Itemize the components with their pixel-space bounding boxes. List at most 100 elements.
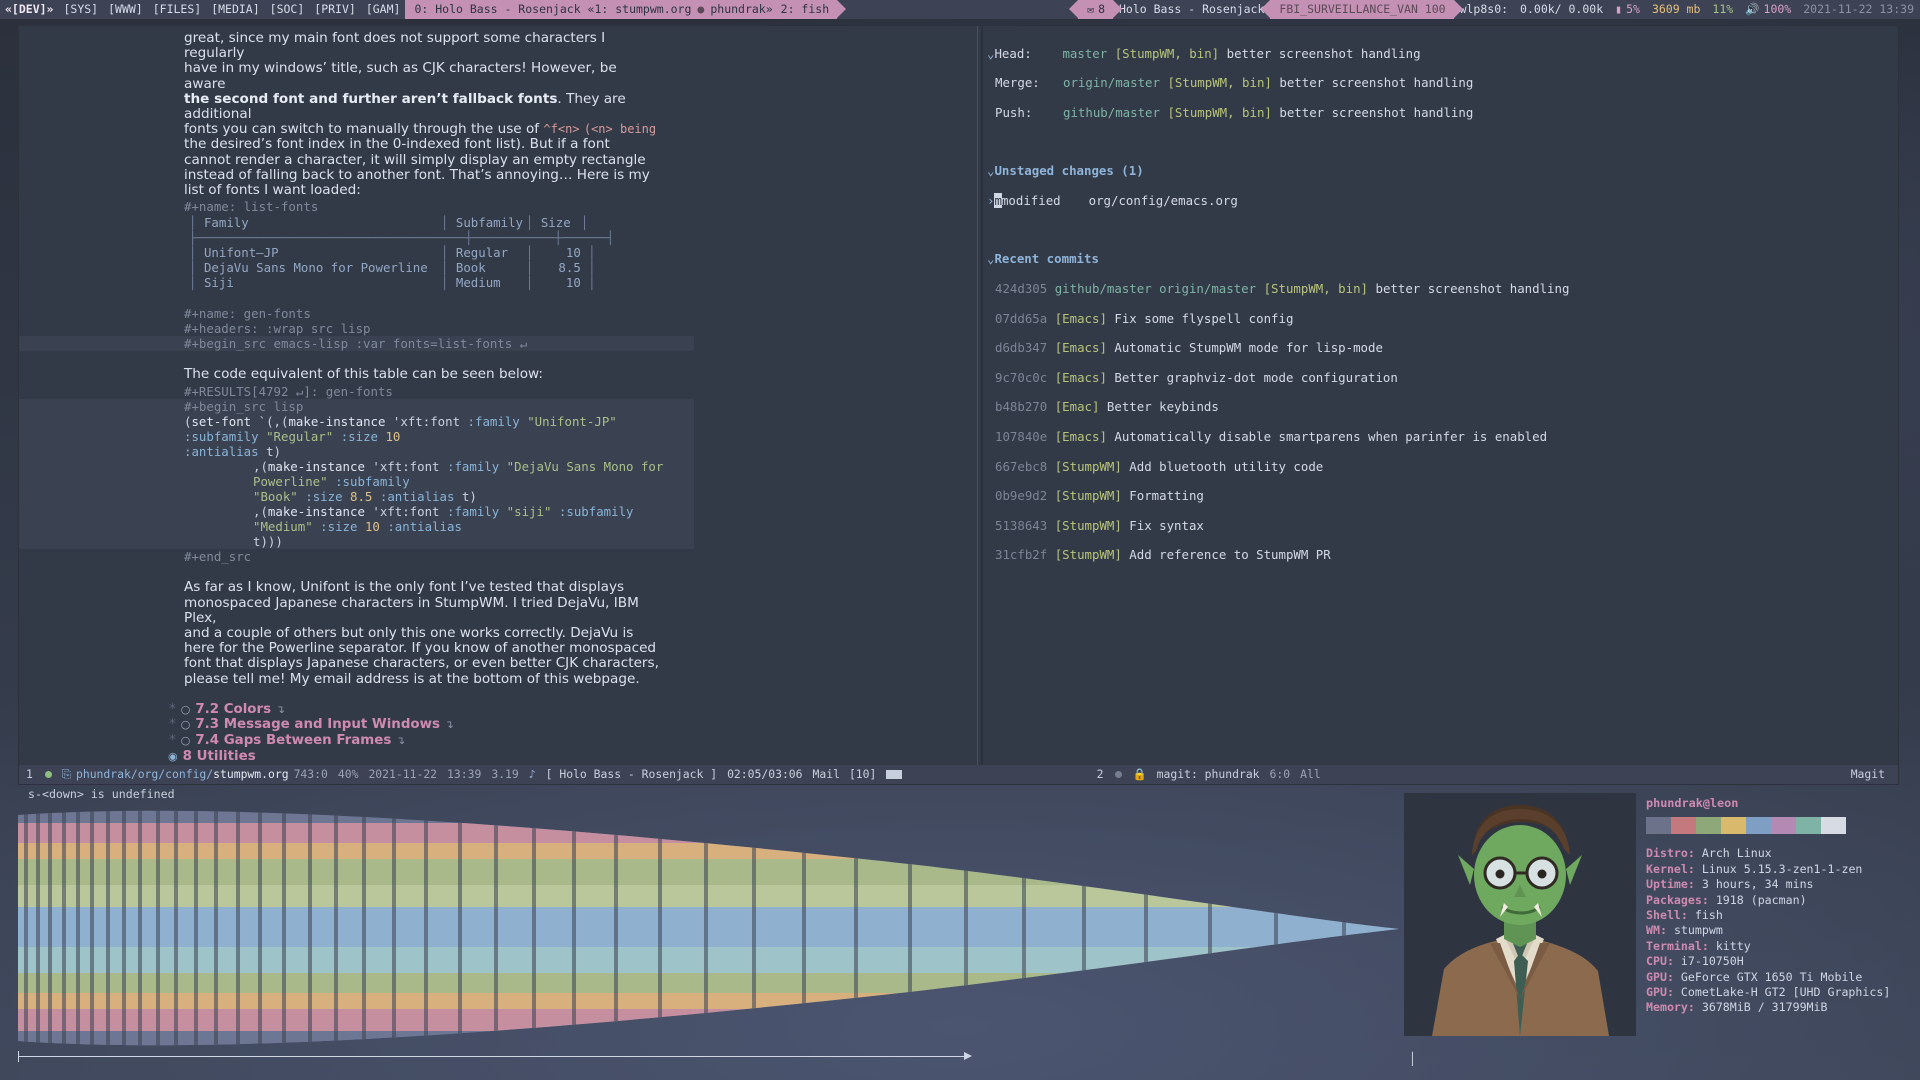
org-paragraph-2: As far as I know, Unifont is the only fo… [19, 580, 659, 687]
cell-subfamily: Medium [455, 275, 501, 291]
code-line-4: "Book" :size 8.5 :antialias t) [253, 489, 477, 505]
seek-track[interactable] [18, 1056, 970, 1057]
spectrum-visualizer [18, 810, 1399, 1046]
magit-recent-commits-section[interactable]: ⌄Recent commits [987, 251, 1898, 267]
mail-indicator[interactable]: ✉ 8 [1069, 0, 1122, 19]
heading-bullet-icon: ○ [180, 734, 191, 748]
magit-push-row[interactable]: Push: github/master [StumpWM, bin] better… [987, 104, 1898, 121]
emacs-window-magit[interactable]: ⌄Head: master [StumpWM, bin] better scree… [983, 26, 1898, 765]
seek-bar[interactable] [18, 1050, 1399, 1062]
org-heading-7-2[interactable]: * ○ 7.2 Colors ↴ [19, 702, 981, 718]
org-name-gen-fonts: #+name: gen-fonts [184, 306, 311, 322]
emacs-window-org[interactable]: great, since my main font does not suppo… [19, 26, 981, 765]
magit-unstaged-file-row[interactable]: ›mmodified org/config/emacs.org [987, 192, 1898, 209]
neofetch-key: Shell: [1646, 908, 1688, 923]
neofetch-row: CPU: i7-10750H [1646, 954, 1900, 969]
table-row: │ Unifont—JP │ Regular │ 10 │ [189, 245, 596, 261]
org-heading-8[interactable]: ◉ 8 Utilities [19, 749, 981, 765]
commit-hash: 424d305 [995, 280, 1048, 296]
org-paragraph-1: great, since my main font does not suppo… [19, 30, 659, 199]
group-media[interactable]: [MEDIA] [206, 0, 264, 19]
clock: 2021-11-22 13:39 [1803, 2, 1914, 16]
heading-bullet-icon: ○ [180, 718, 191, 732]
mail-count: 8 [1098, 2, 1105, 16]
org-heading-7-3[interactable]: * ○ 7.3 Message and Input Windows ↴ [19, 717, 981, 733]
magit-merge-row[interactable]: Merge: origin/master [StumpWM, bin] bette… [987, 75, 1898, 91]
seek-position-handle[interactable] [964, 1052, 972, 1060]
org-heading-7-4[interactable]: * ○ 7.4 Gaps Between Frames ↴ [19, 733, 981, 749]
commit-tags: [Emac] [1054, 399, 1100, 415]
neofetch-key: Kernel: [1646, 861, 1695, 876]
org-headers-line: #+headers: :wrap src lisp [184, 321, 371, 337]
magit-file-path[interactable]: org/config/emacs.org [1089, 193, 1238, 208]
window-next: 2: fish [780, 2, 830, 16]
emacs-frame[interactable]: great, since my main font does not suppo… [18, 25, 1899, 785]
para1-line8: list of fonts I want loaded: [184, 182, 361, 199]
buffer-path[interactable]: phundrak/org/config/stumpwm.org [76, 765, 289, 784]
group-files[interactable]: [FILES] [148, 0, 206, 19]
modeline-track[interactable]: [ Holo Bass - Rosenjack ] [541, 765, 722, 784]
orc-avatar-image [1404, 793, 1636, 1036]
commit-message: better screenshot handling [1375, 280, 1570, 296]
volume-value: 100% [1763, 2, 1792, 16]
neofetch-row: WM: stumpwm [1646, 923, 1900, 938]
commit-tags: [StumpWM] [1054, 488, 1122, 504]
magit-commit-row[interactable]: 07dd65a [Emacs] Fix some flyspell config [987, 311, 1898, 327]
audio-visualizer-window[interactable] [18, 805, 1399, 1070]
magit-commit-row[interactable]: 31cfb2f [StumpWM] Add reference to Stump… [987, 547, 1898, 563]
group-priv[interactable]: [PRIV] [309, 0, 361, 19]
mail-count: [10] [848, 767, 877, 781]
group-sys[interactable]: [SYS] [58, 0, 103, 19]
org-src-block[interactable]: (set-font `(,(make-instance 'xft:font :f… [19, 414, 694, 550]
magit-push-message: better screenshot handling [1279, 104, 1474, 120]
modified-dot-icon [44, 771, 52, 778]
magit-commit-row[interactable]: d6db347 [Emacs] Automatic StumpWM mode f… [987, 340, 1898, 356]
neofetch-user: phundrak@leon [1646, 796, 1739, 810]
magit-unstaged-section[interactable]: ⌄Unstaged changes (1) [987, 163, 1898, 179]
magit-commit-row[interactable]: 0b9e9d2 [StumpWM] Formatting [987, 488, 1898, 504]
group-gam[interactable]: [GAM] [361, 0, 406, 19]
magit-commit-row[interactable]: 9c70c0c [Emacs] Better graphviz-dot mode… [987, 370, 1898, 386]
neofetch-value: 3678MiB / 31799MiB [1701, 1000, 1828, 1015]
para1-line1: great, since my main font does not suppo… [184, 30, 606, 62]
org-table[interactable]: │ Family │ Subfamily │ Size │ ├────────────… [19, 215, 981, 290]
magit-commit-row[interactable]: 5138643 [StumpWM] Fix syntax [987, 518, 1898, 534]
magit-merge-branch: origin/master [1063, 75, 1160, 91]
window-list-text: 0: Holo Bass - Rosenjack «1: stumpwm.org [414, 2, 692, 16]
group-www[interactable]: [WWW] [103, 0, 148, 19]
heading-label: 7.3 Message and Input Windows [195, 717, 440, 733]
neofetch-window[interactable]: phundrak@leon Distro: Arch Linux Kernel:… [1404, 793, 1900, 1080]
neofetch-key: Terminal: [1646, 938, 1709, 953]
modeline-mail[interactable]: Mail [10] [808, 765, 882, 784]
neofetch-key: CPU: [1646, 954, 1674, 969]
neofetch-key: Packages: [1646, 892, 1709, 907]
progress-bar-icon [881, 770, 907, 779]
org-buffer[interactable]: great, since my main font does not suppo… [19, 26, 981, 765]
neofetch-key: Memory: [1646, 1000, 1695, 1015]
magit-spacer [987, 136, 1898, 150]
magit-buffer[interactable]: ⌄Head: master [StumpWM, bin] better scree… [983, 26, 1898, 593]
magit-head-tags: [StumpWM, bin] [1114, 45, 1220, 61]
buffer-filename: stumpwm.org [213, 767, 289, 781]
now-playing[interactable]: Holo Bass - Rosenjack [1113, 0, 1270, 19]
magit-head-row[interactable]: ⌄Head: master [StumpWM, bin] better scree… [987, 45, 1898, 62]
heading-star: * [169, 701, 176, 717]
org-properties-drawer[interactable]: :PROPERTIES:… [19, 764, 981, 765]
magit-push-label: Push: [995, 104, 1033, 120]
topbar-right: ✉ 8 Holo Bass - Rosenjack FBI_SURVEILLAN… [1069, 0, 1920, 19]
wifi-indicator[interactable]: FBI_SURVEILLANCE_VAN 100 [1261, 0, 1463, 19]
magit-commit-row[interactable]: 424d305 github/master origin/master [Stu… [987, 280, 1898, 297]
neofetch-key: Distro: [1646, 846, 1695, 861]
table-rule: ├────────────────────────────────────┼──… [189, 230, 615, 246]
group-dev[interactable]: «[DEV]» [0, 0, 58, 19]
magit-commit-row[interactable]: 107840e [Emacs] Automatically disable sm… [987, 429, 1898, 445]
group-soc[interactable]: [SOC] [265, 0, 310, 19]
neofetch-value: kitty [1715, 938, 1751, 953]
battery-icon: ▮ [1615, 2, 1623, 16]
modeline-status-right [1110, 771, 1127, 778]
magit-commit-row[interactable]: 667ebc8 [StumpWM] Add bluetooth utility … [987, 459, 1898, 475]
window-list[interactable]: 0: Holo Bass - Rosenjack «1: stumpwm.org… [405, 0, 846, 19]
magit-commit-row[interactable]: b48b270 [Emac] Better keybinds [987, 399, 1898, 415]
chevron-down-icon[interactable]: ⌄ [987, 46, 994, 61]
neofetch-value: GeForce GTX 1650 Ti Mobile [1680, 969, 1863, 984]
